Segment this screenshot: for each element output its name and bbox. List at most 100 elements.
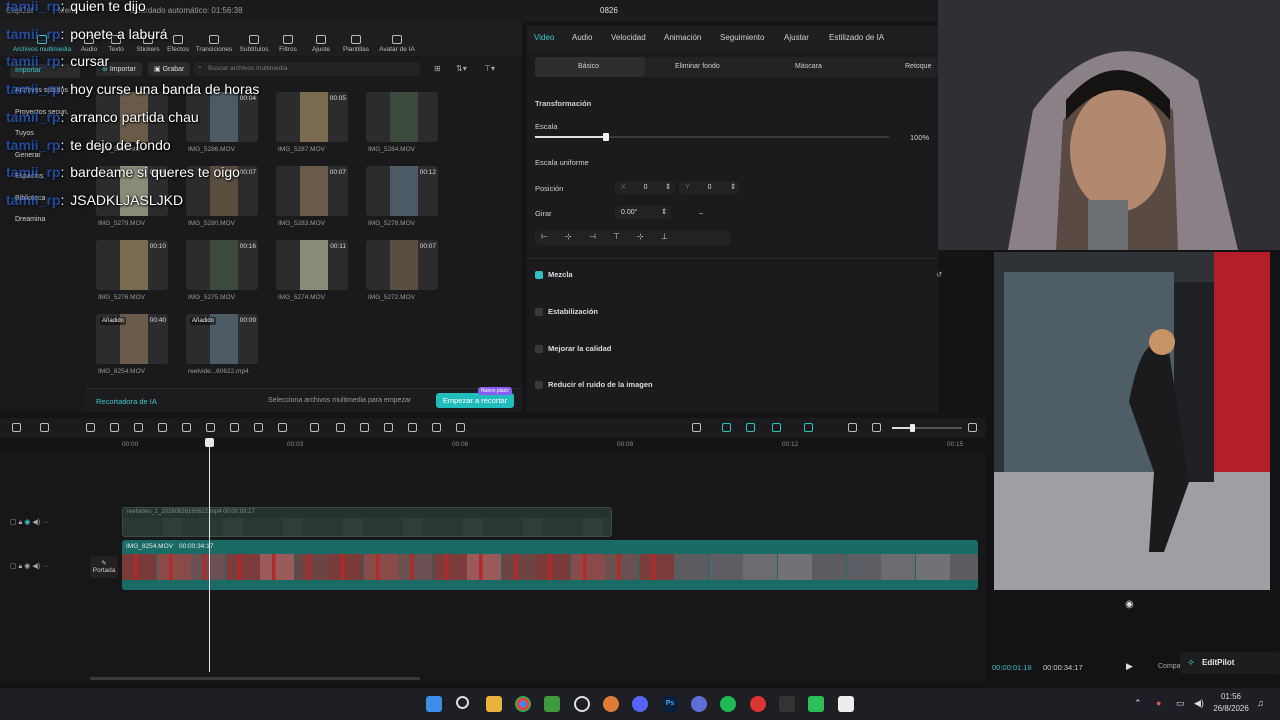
media-thumbnail[interactable]: 00:12 IMG_5278.MOV xyxy=(358,166,438,240)
media-thumbnail[interactable]: 00:07 IMG_5272.MOV xyxy=(358,240,438,314)
tab-animation[interactable]: Animación xyxy=(664,33,701,42)
media-thumbnail[interactable]: 00:09 Añadido reelvide...60622.mp4 xyxy=(178,314,258,388)
tab-ai-style[interactable]: Estilizado de IA xyxy=(829,33,884,42)
playhead-handle[interactable] xyxy=(205,438,214,447)
notification-icon[interactable]: ♫ xyxy=(1257,698,1264,708)
crop-icon[interactable] xyxy=(254,423,263,432)
split-left-icon[interactable] xyxy=(158,423,167,432)
lock-icon[interactable]: ▢ 🔒︎ xyxy=(10,519,22,526)
editpilot-button[interactable]: ⟡ EditPilot xyxy=(1180,652,1280,674)
subtab-retouch[interactable]: Retoque xyxy=(905,63,931,70)
tool-adjust[interactable]: Ajuste xyxy=(304,26,338,56)
subtab-mask[interactable]: Máscara xyxy=(795,63,822,70)
app-icon[interactable] xyxy=(779,696,795,712)
split-right-icon[interactable] xyxy=(182,423,191,432)
tool-filters[interactable]: Filtros xyxy=(272,26,304,56)
windows-start-icon[interactable] xyxy=(426,696,442,712)
tool-transitions[interactable]: Transiciones xyxy=(192,26,236,56)
cover-button[interactable]: ✎ Portada xyxy=(90,556,118,578)
media-thumbnail[interactable]: 00:40 Añadido IMG_8254.MOV xyxy=(88,314,168,388)
caption-icon[interactable] xyxy=(456,423,465,432)
media-thumbnail[interactable]: 00:16 IMG_5275.MOV xyxy=(178,240,258,314)
noise-checkbox[interactable] xyxy=(535,381,543,389)
blend-checkbox[interactable] xyxy=(535,271,543,279)
tool-templates[interactable]: Plantillas xyxy=(338,26,374,56)
start-cutting-button[interactable]: Empezar a recortar xyxy=(436,393,514,408)
zoom-out-icon[interactable] xyxy=(872,423,881,432)
media-thumbnail[interactable]: 00:10 IMG_5276.MOV xyxy=(88,240,168,314)
zoom-in-icon[interactable] xyxy=(968,423,977,432)
overlay-clip[interactable]: reelvideo_1_20260826160622.mp4 00:00:09:… xyxy=(122,507,612,537)
delete-icon[interactable] xyxy=(206,423,215,432)
spotify-icon[interactable] xyxy=(720,696,736,712)
link-audio-icon[interactable] xyxy=(804,423,813,432)
ai-edit-icon[interactable] xyxy=(432,423,441,432)
scale-slider[interactable] xyxy=(535,133,889,141)
filter-icon[interactable]: ⊤▾ xyxy=(484,64,495,73)
discord-icon[interactable] xyxy=(632,696,648,712)
playhead[interactable] xyxy=(209,440,210,672)
audio-icon[interactable]: ◀) xyxy=(32,519,40,526)
play-icon[interactable]: ▶ xyxy=(1126,661,1133,672)
media-thumbnail[interactable]: 00:11 IMG_5274.MOV xyxy=(268,240,348,314)
more-icon[interactable]: ··· xyxy=(42,519,49,526)
scale-value[interactable]: 100% xyxy=(910,133,929,142)
undo-icon[interactable] xyxy=(86,423,95,432)
sidebar-item-dreamina[interactable]: Dreamina xyxy=(10,213,80,227)
lock-icon[interactable]: ▢ 🔒︎ xyxy=(10,563,22,570)
subtab-remove-bg[interactable]: Eliminar fondo xyxy=(675,63,720,70)
visibility-icon[interactable]: ◉ xyxy=(24,563,30,570)
quality-checkbox[interactable] xyxy=(535,345,543,353)
flip-icon[interactable]: – xyxy=(699,208,703,217)
tool-subtitles[interactable]: Subtítulos xyxy=(236,26,272,56)
tray-chevron-icon[interactable]: ⌃ xyxy=(1134,698,1142,709)
media-thumbnail[interactable]: 00:07 IMG_5283.MOV xyxy=(268,166,348,240)
align-right-icon[interactable]: ⊣ xyxy=(589,232,596,241)
search-icon[interactable] xyxy=(456,696,469,709)
caption-edit-icon[interactable] xyxy=(848,423,857,432)
chatgpt-icon[interactable] xyxy=(574,696,590,712)
align-left-icon[interactable]: ⊢ xyxy=(541,232,548,241)
align-middle-icon[interactable]: ⊹ xyxy=(637,232,644,241)
align-bottom-icon[interactable]: ⊥ xyxy=(661,232,668,241)
split-icon[interactable] xyxy=(134,423,143,432)
tool-ai-avatar[interactable]: Avatar de IA xyxy=(374,26,420,56)
stepper-icon[interactable]: ⇕ xyxy=(665,182,671,191)
stabilize-checkbox[interactable] xyxy=(535,308,543,316)
fullscreen-icon[interactable]: ◉ xyxy=(1125,599,1134,610)
zoom-slider[interactable] xyxy=(892,424,962,432)
game-launcher-icon[interactable] xyxy=(603,696,619,712)
photoshop-icon[interactable]: Ps xyxy=(662,696,678,712)
add-icon[interactable] xyxy=(12,423,21,432)
grid-view-icon[interactable]: ⊞ xyxy=(434,64,441,73)
capcut-icon[interactable] xyxy=(838,696,854,712)
visibility-icon[interactable]: ◉ xyxy=(24,519,30,526)
tab-audio[interactable]: Audio xyxy=(572,33,592,42)
tool-effects[interactable]: Efectos xyxy=(164,26,192,56)
rotate-icon[interactable] xyxy=(384,423,393,432)
align-center-icon[interactable]: ⊹ xyxy=(565,232,572,241)
chrome-icon[interactable] xyxy=(515,696,531,712)
zoom-slider-handle[interactable] xyxy=(910,424,915,432)
microphone-icon[interactable]: ● xyxy=(1156,698,1161,708)
duplicate-icon[interactable] xyxy=(310,423,319,432)
reset-icon[interactable]: ↺ xyxy=(936,270,942,279)
timeline-scrollbar[interactable] xyxy=(90,677,420,680)
minecraft-icon[interactable] xyxy=(544,696,560,712)
sort-icon[interactable]: ⇅▾ xyxy=(456,64,467,73)
media-thumbnail[interactable]: 00:05 IMG_5287.MOV xyxy=(268,92,348,166)
link-icon[interactable] xyxy=(722,423,731,432)
vpn-icon[interactable] xyxy=(691,696,707,712)
subtab-basic[interactable]: Básico xyxy=(578,63,599,70)
ai-icon[interactable] xyxy=(278,423,287,432)
tab-tracking[interactable]: Seguimiento xyxy=(720,33,764,42)
game-icon[interactable] xyxy=(808,696,824,712)
file-explorer-icon[interactable] xyxy=(486,696,502,712)
more-icon[interactable]: ··· xyxy=(42,563,49,570)
clock-time[interactable]: 01:56 xyxy=(1212,692,1250,701)
select-icon[interactable] xyxy=(40,423,49,432)
mask-icon[interactable] xyxy=(408,423,417,432)
clock-date[interactable]: 26/8/2026 xyxy=(1212,704,1250,713)
tab-speed[interactable]: Velocidad xyxy=(611,33,646,42)
media-search-input[interactable]: ⌕ Buscar archivos multimedia xyxy=(194,62,420,76)
